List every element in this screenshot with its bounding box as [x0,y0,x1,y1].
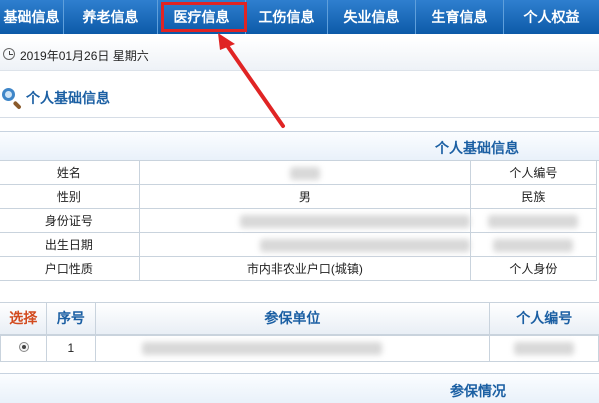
table-row: 性别 男 民族 [0,184,598,209]
value-birth-date [138,232,471,257]
col-personal-id: 个人编号 [516,310,573,326]
value-right-blurred [469,208,598,233]
top-nav: 基础信息 养老信息 医疗信息 工伤信息 失业信息 生育信息 个人权益 [0,0,599,34]
row-id-blurred [489,334,599,362]
nav-basic-info[interactable]: 基础信息 [0,0,64,34]
section-title: 个人基础信息 [0,84,110,112]
grid-header-row: 选择 序号 参保单位 个人编号 [0,302,599,335]
row-select[interactable] [0,334,48,362]
nav-maternity-info[interactable]: 生育信息 [416,0,504,34]
radio-button[interactable] [18,342,29,352]
table-row[interactable]: 1 [0,334,599,362]
divider [0,117,599,118]
value-name [138,160,471,185]
col-unit: 参保单位 [95,302,491,335]
value-right-blurred [469,232,598,257]
nav-injury-info[interactable]: 工伤信息 [246,0,328,34]
label-personal-status: 个人身份 [469,256,598,281]
label-name: 姓名 [0,160,140,185]
col-seq: 序号 [46,302,96,335]
info-table-title: 个人基础信息 [435,140,519,156]
value-gender: 男 [138,184,471,209]
table-row: 姓名 个人编号 [0,160,598,185]
insured-unit-table: 选择 序号 参保单位 个人编号 1 [0,302,599,362]
nav-pension-info[interactable]: 养老信息 [64,0,158,34]
insurance-status-title: 参保情况 [450,383,506,399]
magnifier-icon [0,86,24,110]
insurance-status-header: 参保情况 [0,373,599,403]
clock-icon [3,48,15,60]
date-bar: 2019年01月26日 星期六 [0,38,599,71]
highlight-box [161,2,247,32]
table-row: 身份证号 [0,208,598,233]
nav-personal-rights[interactable]: 个人权益 [504,0,599,34]
label-gender: 性别 [0,184,140,209]
col-select: 选择 [0,302,48,335]
value-id-number [138,208,471,233]
value-household-type: 市内非农业户口(城镇) [138,256,471,281]
label-birth-date: 出生日期 [0,232,140,257]
table-row: 出生日期 [0,232,598,257]
row-seq: 1 [46,334,96,362]
label-id-number: 身份证号 [0,208,140,233]
row-unit-blurred [94,334,491,362]
date-text: 2019年01月26日 星期六 [20,49,149,63]
nav-unemployment-info[interactable]: 失业信息 [328,0,416,34]
table-row: 户口性质 市内非农业户口(城镇) 个人身份 [0,256,598,281]
label-personal-id: 个人编号 [469,160,598,185]
label-household-type: 户口性质 [0,256,140,281]
label-ethnicity: 民族 [469,184,598,209]
info-table: 姓名 个人编号 性别 男 民族 身份证号 出生日期 户口性质 市内非农业户口(城… [0,160,598,281]
section-title-text: 个人基础信息 [26,90,110,106]
info-table-header: 个人基础信息 [0,131,599,161]
